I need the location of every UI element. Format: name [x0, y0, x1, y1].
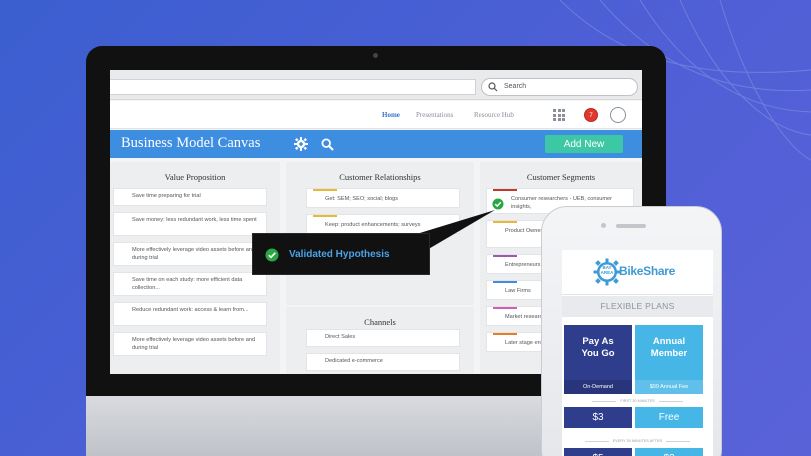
search-placeholder: Search [504, 83, 527, 90]
vp-card[interactable]: Reduce redundant work: access & learn fr… [113, 302, 267, 326]
card-text: Direct Sales [325, 334, 356, 340]
callout-text: Validated Hypothesis [289, 249, 390, 260]
plan-sub: On-Demand [564, 380, 632, 394]
plan-name: Pay As You Go [581, 336, 615, 359]
card-text: More effectively leverage video assets b… [132, 337, 256, 351]
magnify-icon[interactable] [321, 138, 334, 151]
customer-segments-heading: Customer Segments [526, 172, 596, 182]
phone-screen: BAY AREA BikeShare FLEXIBLE PLANS Pay As… [562, 250, 713, 456]
card-text: Get: SEM; SEO; social; blogs [325, 196, 399, 202]
vp-card[interactable]: Save money: less redundant work, less ti… [113, 212, 267, 236]
card-text: Save time preparing for trial [132, 193, 201, 199]
vp-card[interactable]: Save time on each study: more efficient … [113, 272, 267, 296]
card-text: Law Firms [505, 288, 531, 294]
customer-relationships-heading: Customer Relationships [339, 172, 421, 182]
canvas-header: Business Model Canvas Add New [110, 130, 642, 158]
value-proposition-heading: Value Proposition [164, 172, 226, 182]
url-bar[interactable] [110, 79, 476, 95]
browser-bar: Search [110, 70, 642, 100]
vp-card[interactable]: Save time preparing for trial [113, 188, 267, 206]
plan-name: Annual Member [650, 336, 688, 359]
vp-card[interactable]: More effectively leverage video assets b… [113, 242, 267, 266]
price-annual-first: Free [635, 407, 703, 428]
plan-pay-as-you-go[interactable]: Pay As You Go On-Demand [564, 325, 632, 394]
nav-resource-hub[interactable]: Resource Hub [474, 111, 514, 119]
nav-presentations[interactable]: Presentations [416, 111, 453, 119]
card-text: Market research [505, 314, 546, 320]
card-text: Dedicated e-commerce [325, 358, 383, 364]
notification-badge[interactable]: 7 [584, 108, 598, 122]
phone-speaker [616, 224, 646, 228]
price-annual-every: $3 [635, 448, 703, 456]
card-text: Reduce redundant work: access & learn fr… [132, 307, 249, 313]
monitor-camera [373, 53, 378, 58]
channels-column: Channels Direct Sales Dedicated e-commer… [286, 307, 474, 374]
logo-text: BikeShare [619, 264, 675, 278]
card-text: Entrepreneurs [505, 262, 541, 268]
plan-sub: $99 Annual Fee [635, 380, 703, 394]
apps-grid-icon[interactable] [553, 109, 565, 121]
card-text: Save money: less redundant work, less ti… [132, 217, 257, 223]
phone-device: BAY AREA BikeShare FLEXIBLE PLANS Pay As… [541, 206, 722, 456]
plans-title: FLEXIBLE PLANS [562, 296, 713, 317]
price-payg-every: $5 [564, 448, 632, 456]
check-circle-icon [265, 248, 279, 262]
every-period-label: EVERY 30 MINUTES AFTER [562, 439, 713, 443]
card-text: Later stage entr [505, 340, 545, 346]
card-text: More effectively leverage video assets b… [132, 247, 256, 261]
phone-camera [601, 223, 606, 228]
avatar[interactable] [610, 107, 626, 123]
channel-card[interactable]: Dedicated e-commerce [306, 353, 460, 371]
price-payg-first: $3 [564, 407, 632, 428]
search-input[interactable]: Search [481, 78, 638, 96]
card-text: Keep: product enhancements; surveys [325, 222, 421, 228]
top-nav: Home Presentations Resource Hub 7 [110, 101, 642, 129]
gear-icon[interactable] [294, 137, 308, 151]
channel-card[interactable]: Direct Sales [306, 329, 460, 347]
plan-annual-member[interactable]: Annual Member $99 Annual Fee [635, 325, 703, 394]
vp-card[interactable]: More effectively leverage video assets b… [113, 332, 267, 356]
page-title: Business Model Canvas [121, 135, 261, 151]
first-period-label: FIRST 30 MINUTES [562, 399, 713, 403]
search-icon [488, 82, 498, 92]
add-new-button[interactable]: Add New [545, 135, 623, 153]
card-text: Save time on each study: more efficient … [132, 277, 243, 291]
nav-home[interactable]: Home [382, 111, 400, 119]
logo-prefix: BAY AREA [600, 265, 614, 275]
channels-heading: Channels [364, 317, 396, 327]
validated-hypothesis-callout: Validated Hypothesis [252, 233, 430, 275]
bikeshare-logo: BAY AREA BikeShare [562, 250, 713, 295]
